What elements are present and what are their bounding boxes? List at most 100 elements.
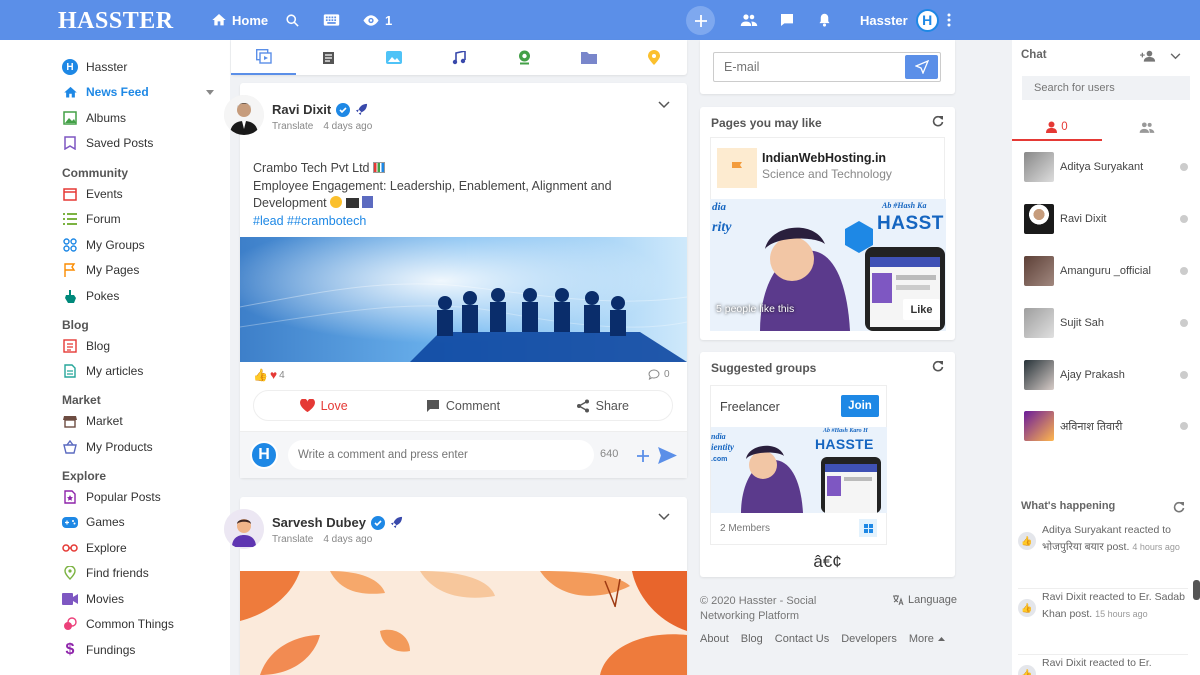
search-button[interactable] — [285, 0, 300, 40]
subscribe-button[interactable] — [905, 55, 938, 79]
sidebar-item-events[interactable]: Events — [62, 184, 123, 204]
footer-link-contact[interactable]: Contact Us — [775, 633, 829, 645]
page-banner[interactable]: dia rity Ab #Hash Ka HASST 5 people like… — [710, 199, 946, 331]
tab-article[interactable] — [296, 40, 361, 75]
chat-user[interactable]: अविनाश तिवारी — [1024, 410, 1188, 442]
tab-music[interactable] — [426, 40, 491, 75]
sidebar-item-find-friends[interactable]: Find friends — [62, 563, 149, 583]
activity-item[interactable]: 👍 Aditya Suryakant reacted to भोजपुरिया … — [1018, 522, 1188, 556]
friends-button[interactable] — [740, 0, 758, 40]
group-grid-icon[interactable] — [859, 519, 877, 537]
tab-file[interactable] — [557, 40, 622, 75]
sidebar-item-my-pages[interactable]: My Pages — [62, 260, 139, 280]
brand-logo[interactable]: HASSTER — [58, 8, 174, 35]
tab-location[interactable] — [622, 40, 687, 75]
language-selector[interactable]: Language — [892, 594, 957, 606]
chevron-down-icon[interactable] — [658, 513, 670, 521]
refresh-icon[interactable] — [932, 115, 944, 127]
share-button[interactable]: Share — [533, 391, 672, 420]
caret-down-icon[interactable] — [206, 89, 214, 95]
author-avatar[interactable] — [224, 95, 264, 135]
author-name[interactable]: Sarvesh Dubey — [272, 515, 366, 530]
sidebar-item-common-things[interactable]: Common Things — [62, 614, 174, 634]
refresh-icon[interactable] — [1173, 501, 1185, 513]
chat-user[interactable]: Sujit Sah — [1024, 307, 1188, 339]
sidebar-item-albums[interactable]: Albums — [62, 108, 126, 128]
left-sidebar: H Hasster News Feed Albums Saved Posts C… — [0, 40, 230, 675]
send-icon[interactable] — [658, 447, 677, 464]
chat-user[interactable]: Amanguru _official — [1024, 255, 1188, 287]
translate-link[interactable]: Translate — [272, 121, 313, 132]
tab-online-users[interactable]: 0 — [1012, 114, 1102, 141]
reactions-summary[interactable]: 👍 ♥ 4 — [253, 368, 285, 382]
refresh-icon[interactable] — [932, 360, 944, 372]
sidebar-item-my-products[interactable]: My Products — [62, 437, 153, 457]
sidebar-item-profile[interactable]: H Hasster — [62, 57, 127, 77]
sidebar-item-my-articles[interactable]: My articles — [62, 361, 143, 381]
love-button[interactable]: Love — [254, 391, 393, 420]
sidebar-item-pokes[interactable]: Pokes — [62, 286, 119, 306]
comment-icon — [426, 400, 439, 412]
scrollbar-thumb[interactable] — [1193, 580, 1200, 600]
sidebar-item-movies[interactable]: Movies — [62, 589, 124, 609]
views-counter[interactable]: 1 — [362, 0, 392, 40]
tab-webcam[interactable] — [492, 40, 557, 75]
plus-icon[interactable] — [636, 449, 650, 463]
sidebar-item-games[interactable]: Games — [62, 512, 125, 532]
chevron-down-icon[interactable] — [658, 101, 670, 109]
notifications-button[interactable] — [817, 0, 832, 40]
sidebar-item-market[interactable]: Market — [62, 411, 123, 431]
activity-item[interactable]: 👍 Ravi Dixit reacted to Er. — [1018, 654, 1188, 675]
chevron-down-icon[interactable] — [1170, 53, 1181, 60]
home-link[interactable]: Home — [211, 0, 268, 40]
banner-side-text: rity — [712, 220, 732, 235]
activity-item[interactable]: 👍 Ravi Dixit reacted to Er. Sadab Khan p… — [1018, 588, 1188, 623]
footer-link-about[interactable]: About — [700, 633, 729, 645]
user-avatar — [1024, 360, 1054, 390]
sidebar-item-forum[interactable]: Forum — [62, 209, 121, 229]
post-image[interactable] — [240, 571, 687, 675]
tab-photo-video[interactable] — [231, 40, 297, 75]
footer-link-developers[interactable]: Developers — [841, 633, 897, 645]
chat-user-name: Aditya Suryakant — [1060, 161, 1144, 173]
chat-user[interactable]: Ravi Dixit — [1024, 203, 1188, 235]
more-vertical-icon[interactable] — [947, 13, 951, 27]
chat-title: Chat — [1021, 49, 1047, 61]
group-banner[interactable]: ndia ientity .com Ab #Hash Karo H HASSTE — [711, 427, 887, 513]
join-group-button[interactable]: Join — [841, 395, 879, 417]
translate-link[interactable]: Translate — [272, 534, 313, 545]
comments-count[interactable]: 0 — [648, 369, 670, 380]
add-user-icon[interactable] — [1140, 50, 1157, 62]
chat-search-input[interactable] — [1022, 76, 1190, 100]
comment-button[interactable]: Comment — [393, 391, 532, 420]
post-hashtags[interactable]: #lead ##crambotech — [253, 213, 673, 231]
author-name[interactable]: Ravi Dixit — [272, 102, 331, 117]
tab-image[interactable] — [361, 40, 426, 75]
post-image[interactable] — [240, 237, 687, 362]
tab-group-chats[interactable] — [1102, 114, 1192, 141]
like-page-button[interactable]: Like — [903, 299, 940, 320]
sidebar-item-news-feed[interactable]: News Feed — [62, 82, 214, 102]
messages-button[interactable] — [779, 0, 795, 40]
sidebar-item-my-groups[interactable]: My Groups — [62, 235, 145, 255]
sidebar-item-fundings[interactable]: $ Fundings — [62, 640, 136, 660]
create-button[interactable] — [686, 6, 715, 35]
footer-link-blog[interactable]: Blog — [741, 633, 763, 645]
comment-input[interactable] — [288, 440, 594, 470]
chat-user[interactable]: Aditya Suryakant — [1024, 151, 1188, 183]
user-menu[interactable]: Hasster H — [860, 0, 951, 40]
keyboard-button[interactable] — [323, 0, 340, 40]
sidebar-item-blog[interactable]: Blog — [62, 336, 110, 356]
chat-user[interactable]: Ajay Prakash — [1024, 359, 1188, 391]
sidebar-item-popular-posts[interactable]: Popular Posts — [62, 487, 161, 507]
author-avatar[interactable] — [224, 509, 264, 549]
section-title: Suggested groups — [711, 361, 817, 375]
post-card: Sarvesh Dubey Translate 4 days ago — [224, 497, 687, 675]
footer-copyright: © 2020 Hasster - Social Networking Platf… — [700, 595, 817, 622]
page-name[interactable]: IndianWebHosting.in — [762, 151, 886, 165]
sidebar-item-explore[interactable]: Explore — [62, 538, 127, 558]
page-thumb[interactable] — [717, 148, 757, 188]
group-name[interactable]: Freelancer — [720, 400, 780, 414]
sidebar-item-saved-posts[interactable]: Saved Posts — [62, 133, 153, 153]
footer-link-more[interactable]: More — [909, 633, 945, 645]
